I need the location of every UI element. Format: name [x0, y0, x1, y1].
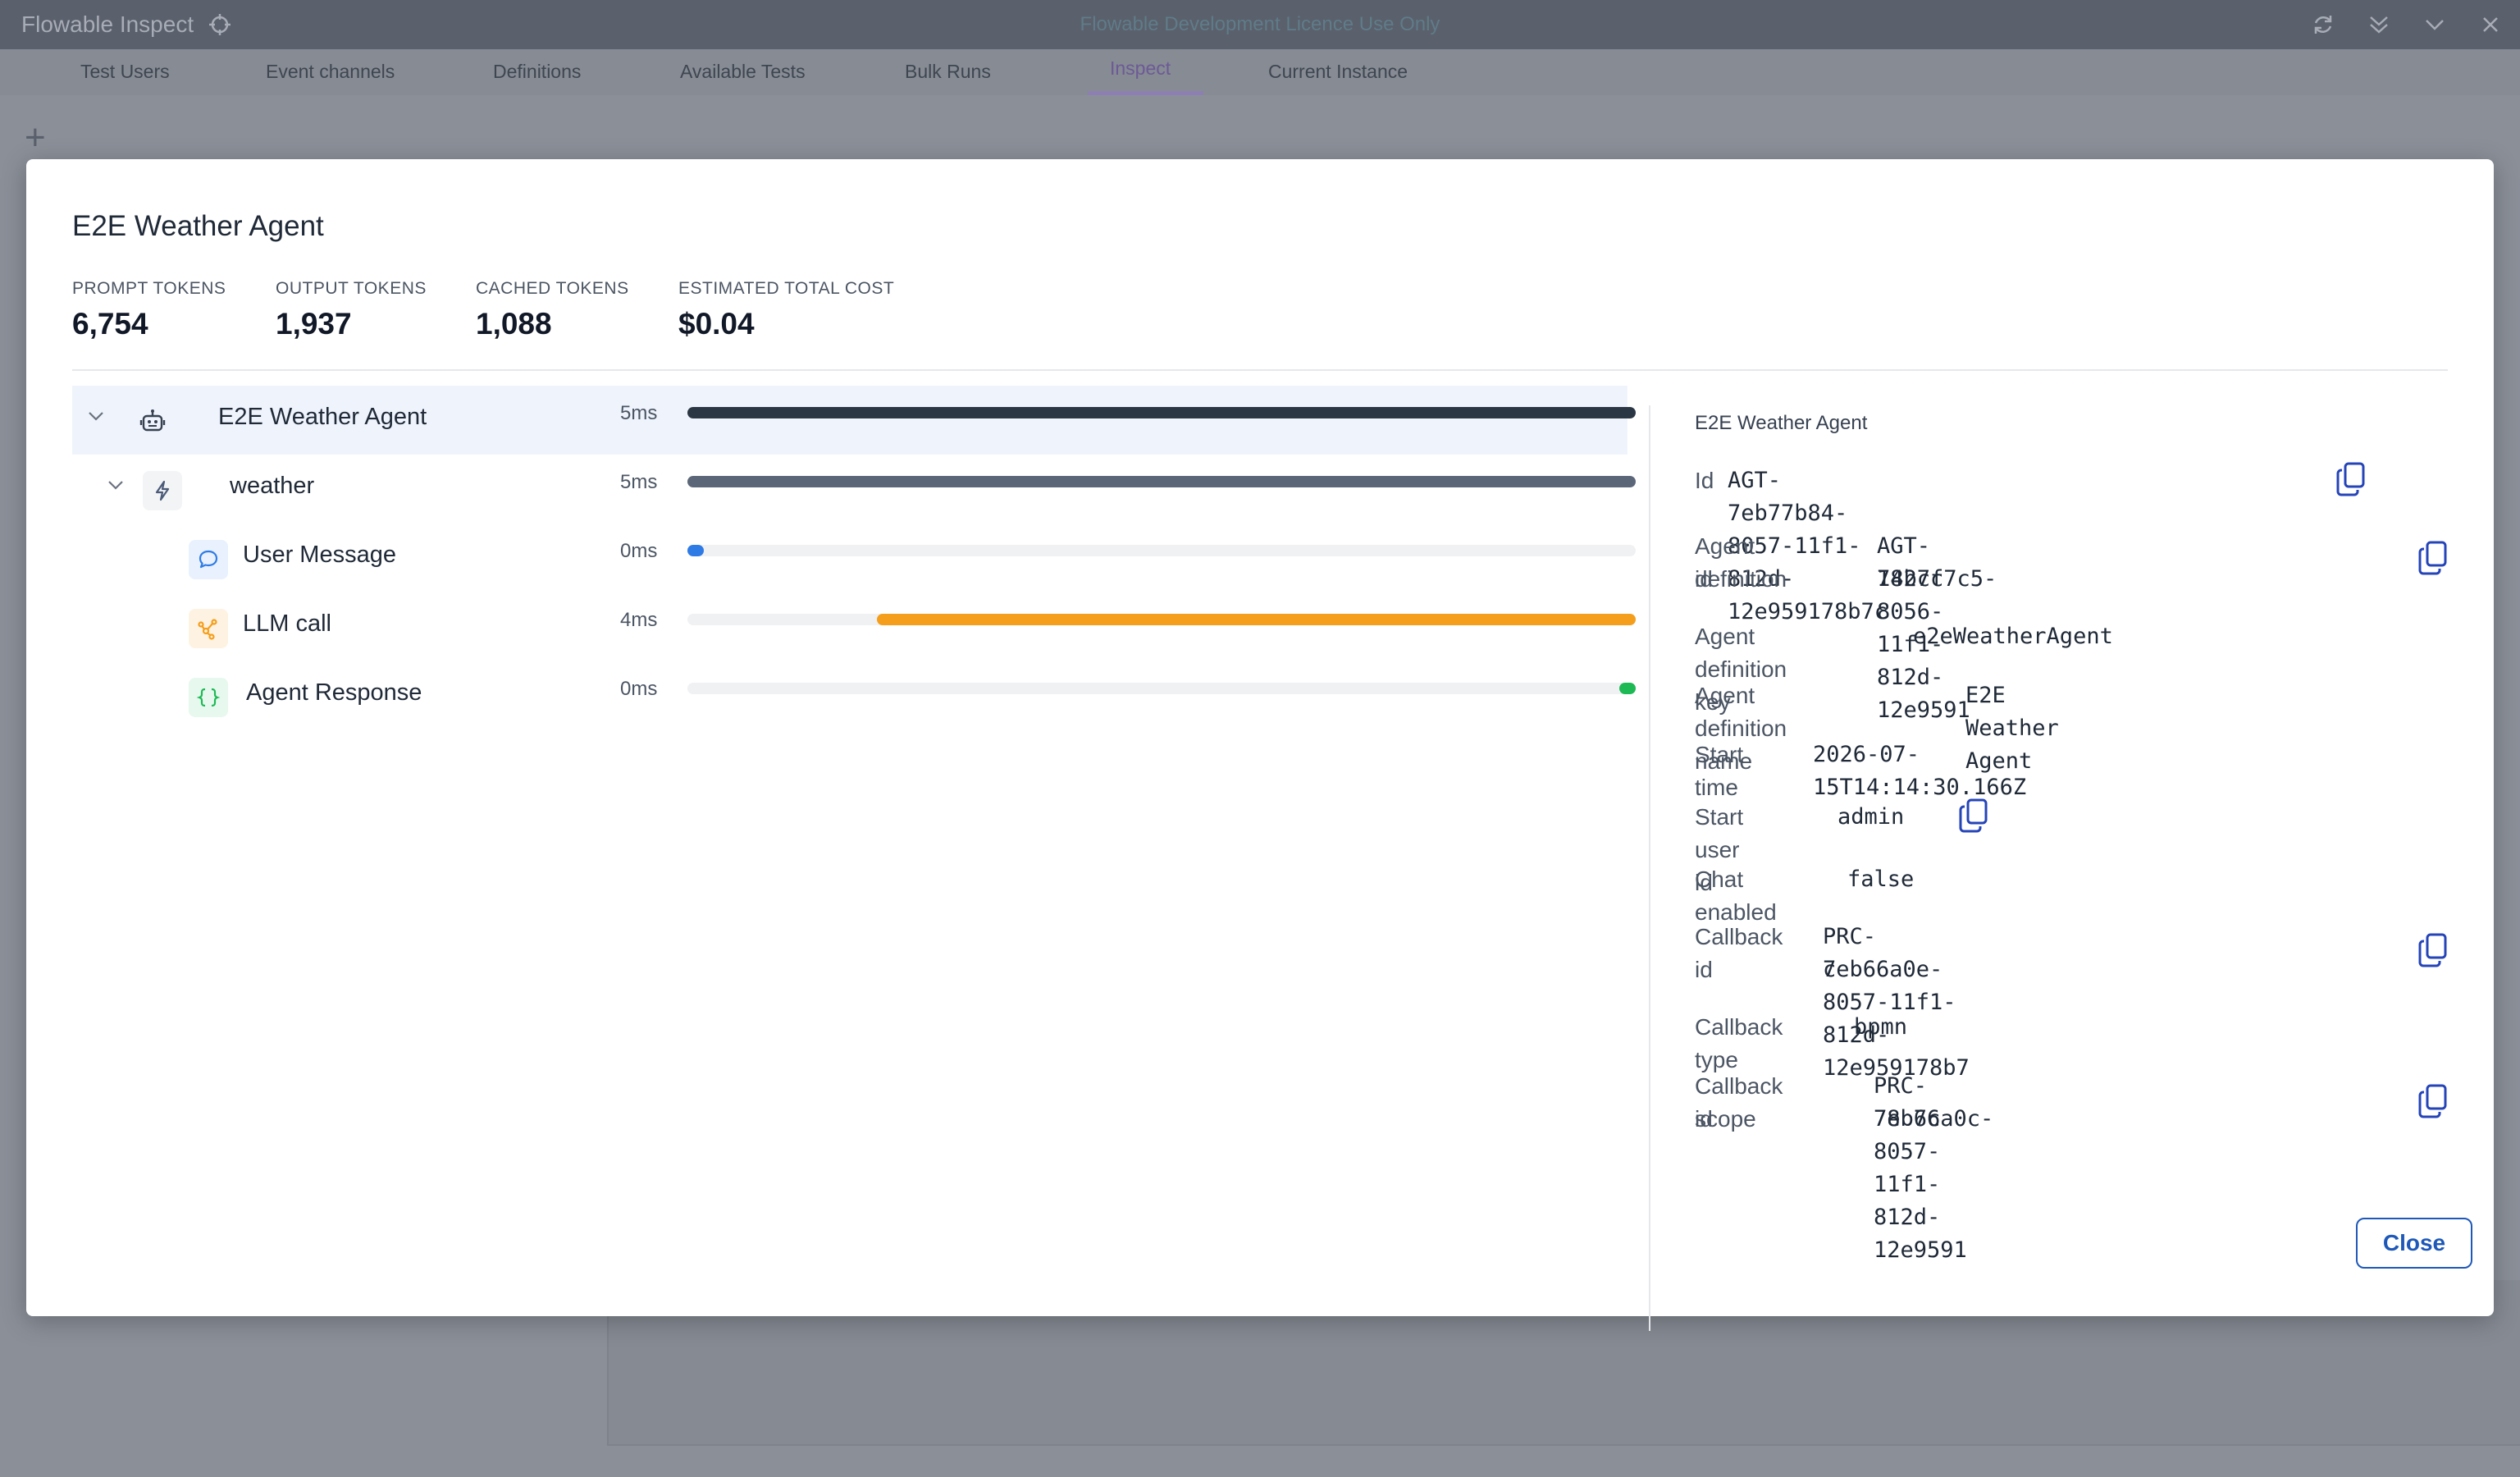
detail-value: 78b7c — [1877, 566, 1944, 592]
window-controls — [2305, 8, 2509, 41]
chat-bubble-icon — [189, 540, 228, 579]
detail-key: Id — [1695, 468, 1714, 493]
tab-test-users[interactable]: Test Users — [80, 61, 170, 83]
stats-divider — [72, 369, 2448, 371]
timeline-bar — [877, 614, 1636, 625]
timeline-bar — [1619, 683, 1636, 694]
copy-icon[interactable] — [2331, 458, 2371, 501]
stat-cached-tokens: CACHED TOKENS 1,088 — [476, 279, 629, 341]
timeline-track — [687, 683, 1636, 694]
trace-row-user-message[interactable]: User Message 0ms — [72, 524, 1636, 592]
detail-key: Callback — [1695, 924, 1783, 949]
agent-details-modal: E2E Weather Agent PROMPT TOKENS 6,754 OU… — [26, 159, 2494, 1331]
trace-row-duration: 5ms — [620, 402, 658, 424]
stat-label: CACHED TOKENS — [476, 279, 629, 298]
trace-row-llm-call[interactable]: LLM call 4ms — [72, 592, 1636, 661]
timeline-bar — [687, 545, 704, 556]
stat-label: PROMPT TOKENS — [72, 279, 226, 298]
stat-value: $0.04 — [678, 307, 755, 341]
detail-key: id — [1695, 1106, 1713, 1132]
close-button[interactable]: Close — [2356, 1218, 2472, 1269]
timeline-bar — [687, 476, 1636, 487]
detail-key: id — [1695, 566, 1713, 592]
trace-row-duration: 0ms — [620, 678, 658, 700]
detail-value: 2026-07-15T14:14:30.166Z — [1813, 742, 2027, 800]
panel-divider — [1649, 405, 1650, 1331]
tab-event-channels[interactable]: Event channels — [266, 61, 395, 83]
lightning-icon — [143, 471, 182, 510]
detail-value: bpmn — [1854, 1014, 1908, 1040]
trace-row-label: weather — [230, 473, 315, 499]
licence-notice: Flowable Development Licence Use Only — [1080, 13, 1440, 35]
trace-row-label: LLM call — [243, 610, 331, 637]
timeline-track — [687, 476, 1636, 487]
copy-icon[interactable] — [2413, 1080, 2453, 1123]
detail-key: id — [1695, 957, 1713, 982]
detail-key: Chat enabled — [1695, 867, 1777, 925]
active-tab-indicator — [1088, 91, 1203, 95]
collapse-all-icon[interactable] — [2361, 8, 2397, 41]
detail-value: false — [1847, 867, 1915, 892]
stat-value: 1,937 — [276, 307, 352, 341]
network-icon — [189, 609, 228, 648]
robot-icon — [133, 402, 172, 441]
timeline-track — [687, 407, 1636, 418]
stat-value: 1,088 — [476, 307, 552, 341]
stat-value: 6,754 — [72, 307, 148, 341]
trace-row-agent[interactable]: E2E Weather Agent 5ms — [72, 386, 1636, 455]
modal-title: E2E Weather Agent — [72, 210, 324, 242]
detail-key: Start time — [1695, 742, 1744, 800]
detail-value: admin — [1838, 804, 1905, 830]
timeline-track — [687, 545, 1636, 556]
trace-row-duration: 5ms — [620, 471, 658, 493]
stat-output-tokens: OUTPUT TOKENS 1,937 — [276, 279, 427, 341]
copy-icon[interactable] — [2413, 929, 2453, 972]
tab-bar: Test Users Event channels Definitions Av… — [0, 49, 2520, 95]
add-button[interactable]: + — [25, 117, 46, 158]
timeline-track — [687, 614, 1636, 625]
tab-inspect[interactable]: Inspect — [1110, 57, 1171, 80]
chevron-down-icon[interactable] — [103, 473, 128, 497]
trace-row-label: Agent Response — [246, 679, 422, 706]
detail-value: c — [1823, 957, 1837, 982]
detail-key: Callback type — [1695, 1014, 1783, 1072]
copy-icon[interactable] — [1954, 794, 1993, 837]
tab-available-tests[interactable]: Available Tests — [680, 61, 806, 83]
tab-definitions[interactable]: Definitions — [493, 61, 581, 83]
detail-value: e2eWeatherAgent — [1913, 624, 2113, 649]
trace-row-duration: 0ms — [620, 540, 658, 562]
trace-row-label: E2E Weather Agent — [218, 404, 427, 430]
tab-bulk-runs[interactable]: Bulk Runs — [905, 61, 991, 83]
trace-row-agent-response[interactable]: Agent Response 0ms — [72, 661, 1636, 730]
trace-row-duration: 4ms — [620, 609, 658, 631]
trace-row-weather[interactable]: weather 5ms — [72, 455, 1636, 524]
stat-label: OUTPUT TOKENS — [276, 279, 427, 298]
copy-icon[interactable] — [2413, 537, 2453, 579]
trace-row-label: User Message — [243, 542, 396, 568]
detail-value: 78b7c — [1874, 1106, 1941, 1132]
stat-label: ESTIMATED TOTAL COST — [678, 279, 895, 298]
braces-icon — [189, 678, 228, 717]
tab-current-instance[interactable]: Current Instance — [1268, 61, 1408, 83]
detail-value: PRC-7eb66a0e-8057-11f1-812d-12e959178b7 — [1823, 924, 1970, 1081]
details-title: E2E Weather Agent — [1695, 412, 1868, 434]
chevron-down-icon[interactable] — [84, 404, 108, 428]
stat-prompt-tokens: PROMPT TOKENS 6,754 — [72, 279, 226, 341]
close-window-icon[interactable] — [2472, 8, 2509, 41]
timeline-bar — [687, 407, 1636, 418]
stat-estimated-cost: ESTIMATED TOTAL COST $0.04 — [678, 279, 894, 341]
refresh-icon[interactable] — [2305, 8, 2341, 41]
detail-value: PRC-7eb66a0c-8057-11f1-812d-12e9591 — [1874, 1073, 1994, 1263]
chevron-down-icon[interactable] — [2417, 8, 2453, 41]
